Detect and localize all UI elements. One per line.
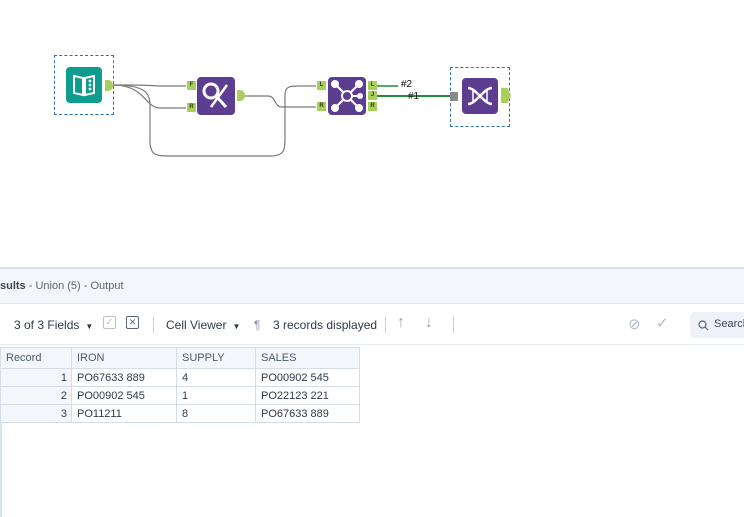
connection-label-1: #1 <box>408 91 420 102</box>
cancel-icon[interactable]: ⊘ <box>628 315 641 333</box>
fields-dropdown[interactable]: 3 of 3 Fields ▼ <box>14 318 93 332</box>
dna-icon <box>467 86 493 106</box>
search-icon <box>698 320 709 331</box>
cell-record[interactable]: 1 <box>0 368 72 387</box>
pilcrow-icon[interactable]: ¶ <box>254 318 260 332</box>
find-replace-tool[interactable] <box>197 77 235 115</box>
cell-sales[interactable]: PO22123 221 <box>255 386 360 405</box>
column-header-sales[interactable]: SALES <box>255 347 360 369</box>
cell-sales[interactable]: PO00902 545 <box>255 368 360 387</box>
results-header: sults - Union (5) - Output <box>0 267 744 303</box>
magnifier-pencil-icon <box>202 82 229 109</box>
book-icon <box>73 74 95 97</box>
table-row[interactable]: 3 PO11211 8 PO67633 889 <box>0 404 360 423</box>
cell-sales[interactable]: PO67633 889 <box>255 404 360 423</box>
find-anchor[interactable]: F <box>187 81 196 90</box>
cell-supply[interactable]: 4 <box>176 368 256 387</box>
search-input[interactable]: Search <box>690 312 744 338</box>
toolbar-divider <box>153 317 154 333</box>
connection-label-2: #2 <box>401 79 413 90</box>
results-toolbar: 3 of 3 Fields ▼ ✓ ✕ Cell Viewer ▼ ¶ 3 reco… <box>0 303 744 345</box>
select-all-checkbox-icon[interactable]: ✓ <box>103 316 116 329</box>
cell-supply[interactable]: 1 <box>176 386 256 405</box>
cell-supply[interactable]: 8 <box>176 404 256 423</box>
union-multi-input-anchor[interactable] <box>450 92 458 101</box>
deselect-all-checkbox-icon[interactable]: ✕ <box>126 316 139 329</box>
results-title-bold: sults <box>0 280 26 292</box>
arrow-down-icon[interactable]: ↓ <box>425 314 433 332</box>
union-tool[interactable] <box>462 78 498 114</box>
check-icon[interactable]: ✓ <box>656 314 669 332</box>
join-j-output-anchor[interactable]: J <box>368 91 377 100</box>
join-right-input-anchor[interactable]: R <box>317 102 326 111</box>
column-header-supply[interactable]: SUPPLY <box>176 347 256 369</box>
cell-record[interactable]: 2 <box>0 386 72 405</box>
toolbar-divider <box>453 317 454 333</box>
grid-header-row: Record IRON SUPPLY SALES <box>0 347 360 369</box>
cell-iron[interactable]: PO67633 889 <box>71 368 177 387</box>
join-right-output-anchor[interactable]: R <box>368 102 377 111</box>
fields-dropdown-label: 3 of 3 Fields <box>14 318 80 332</box>
join-network-icon <box>331 80 363 112</box>
column-header-iron[interactable]: IRON <box>71 347 177 369</box>
connections <box>112 84 450 157</box>
column-header-record[interactable]: Record <box>0 347 72 369</box>
toolbar-divider <box>385 317 386 333</box>
cell-iron[interactable]: PO00902 545 <box>71 386 177 405</box>
records-displayed: 3 records displayed <box>273 318 378 332</box>
results-title-source: - Union (5) - Output <box>25 280 124 292</box>
join-left-output-anchor[interactable]: L <box>368 81 377 90</box>
join-tool[interactable] <box>328 77 366 115</box>
table-row[interactable]: 2 PO00902 545 1 PO22123 221 <box>0 386 360 405</box>
input-data-tool[interactable] <box>66 67 102 103</box>
results-panel: sults - Union (5) - Output 3 of 3 Fields… <box>0 267 744 517</box>
results-title: sults - Union (5) - Output <box>0 280 124 292</box>
arrow-up-icon[interactable]: ↑ <box>397 314 405 332</box>
connection-find-to-join-right[interactable] <box>244 95 316 108</box>
search-placeholder: Search <box>714 318 744 330</box>
cell-viewer-dropdown[interactable]: Cell Viewer ▼ <box>166 318 240 332</box>
cell-iron[interactable]: PO11211 <box>71 404 177 423</box>
table-row[interactable]: 1 PO67633 889 4 PO00902 545 <box>0 368 360 387</box>
cell-record[interactable]: 3 <box>0 404 72 423</box>
chevron-down-icon: ▼ <box>232 322 241 331</box>
join-left-input-anchor[interactable]: L <box>317 81 326 90</box>
workflow-canvas[interactable]: F R L R L J R #2 #1 <box>0 0 744 267</box>
chevron-down-icon: ▼ <box>85 322 94 331</box>
results-grid: Record IRON SUPPLY SALES 1 PO67633 889 4… <box>0 347 360 423</box>
replace-anchor[interactable]: R <box>187 103 196 112</box>
cell-viewer-label: Cell Viewer <box>166 318 227 332</box>
